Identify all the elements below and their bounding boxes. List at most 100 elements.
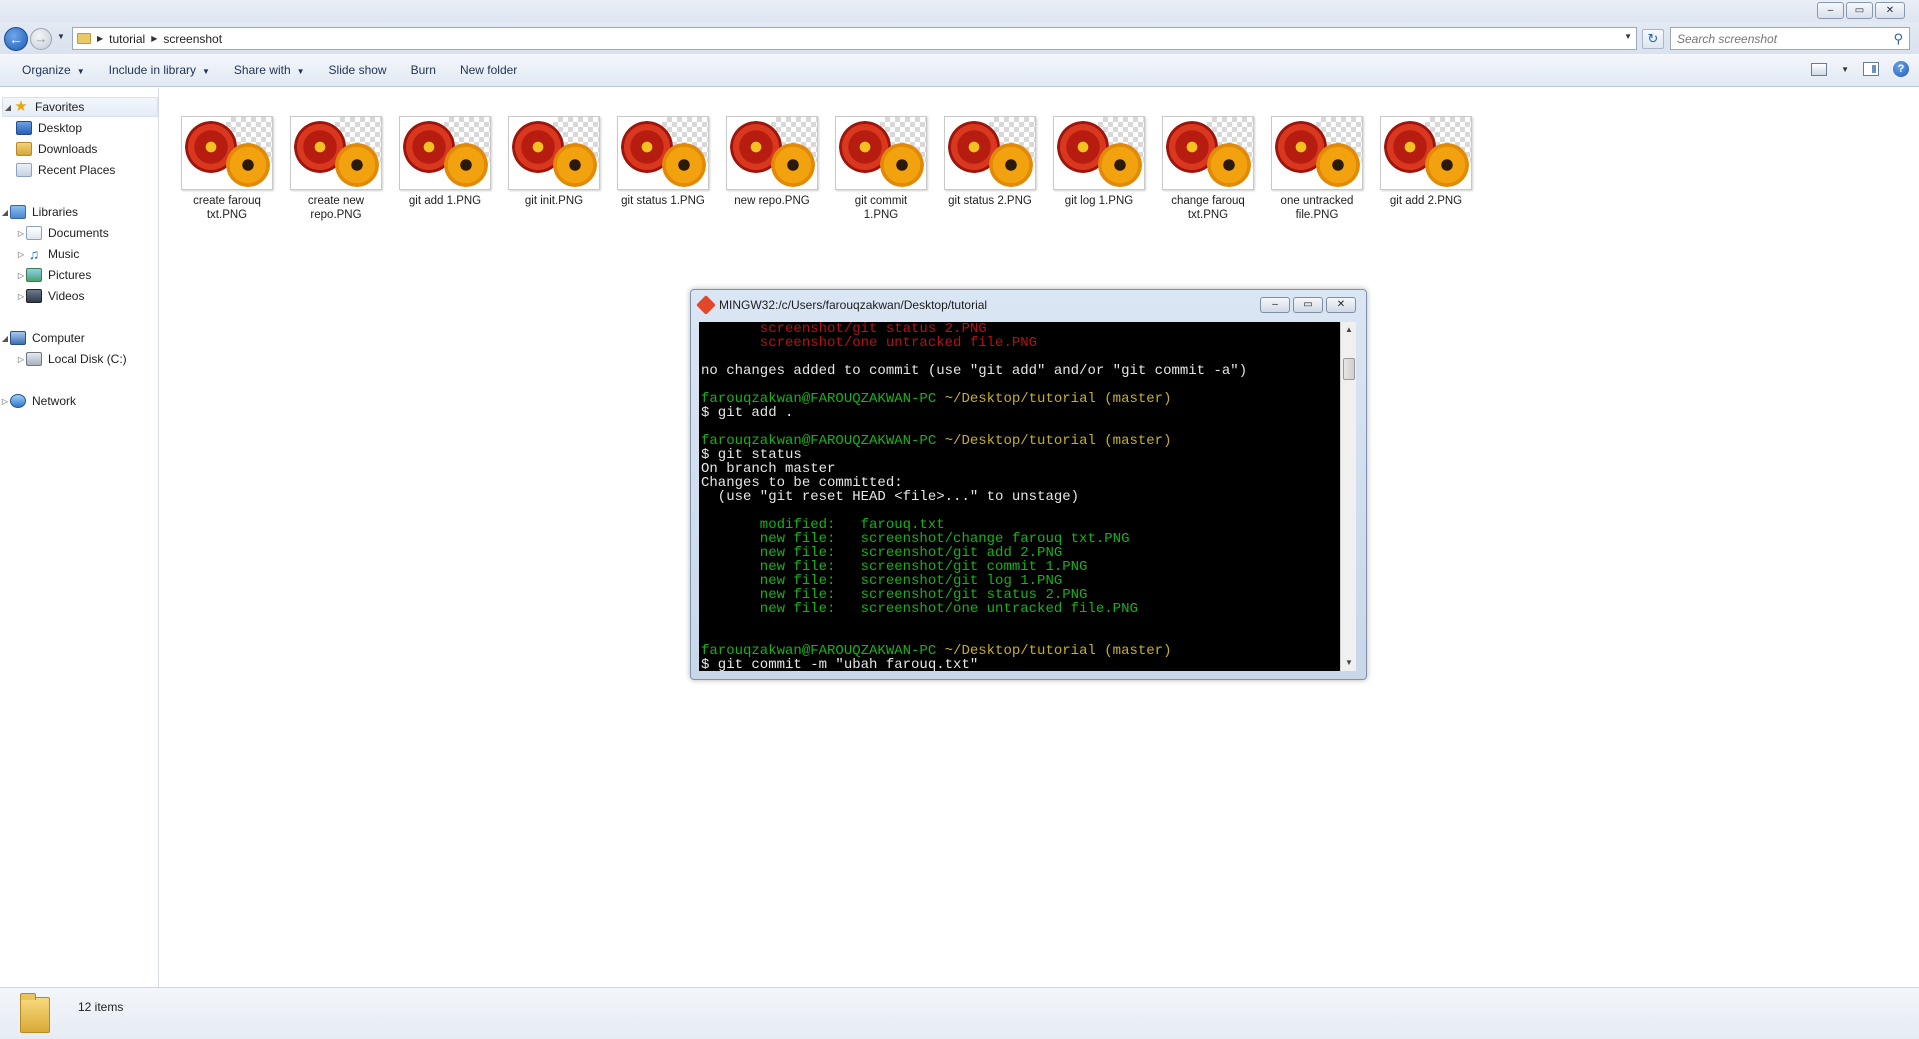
nav-pictures-label: Pictures — [48, 268, 92, 282]
file-item[interactable]: git log 1.PNG — [1046, 116, 1152, 208]
new-folder-button[interactable]: New folder — [448, 63, 529, 77]
terminal-text-segment: new file: screenshot/one untracked file.… — [701, 601, 1138, 617]
terminal-line: screenshot/git status 2.PNG — [701, 322, 1338, 336]
file-item[interactable]: git commit 1.PNG — [828, 116, 934, 222]
terminal-line: no changes added to commit (use "git add… — [701, 364, 1338, 378]
file-item[interactable]: git add 2.PNG — [1373, 116, 1479, 208]
change-view-icon[interactable] — [1811, 62, 1828, 76]
file-item[interactable]: git add 1.PNG — [392, 116, 498, 208]
scroll-up-icon[interactable]: ▲ — [1341, 322, 1357, 338]
maximize-button[interactable]: ▭ — [1846, 2, 1873, 19]
expand-arrow-icon[interactable]: ▷ — [16, 271, 26, 280]
view-options-dropdown[interactable]: ▼ — [1841, 65, 1849, 74]
network-icon — [10, 394, 26, 408]
file-item[interactable]: create farouq txt.PNG — [174, 116, 280, 222]
item-count: 12 items — [78, 1000, 124, 1014]
terminal-close-button[interactable]: ✕ — [1326, 297, 1356, 313]
close-button[interactable]: ✕ — [1875, 2, 1905, 19]
preview-pane-icon[interactable] — [1863, 62, 1879, 76]
magnifier-icon[interactable]: ⚲ — [1893, 31, 1903, 47]
file-item[interactable]: git init.PNG — [501, 116, 607, 208]
include-in-library-label: Include in library — [108, 63, 196, 77]
nav-computer[interactable]: ◢ Computer — [0, 328, 85, 348]
folder-icon — [77, 33, 91, 44]
expand-arrow-icon[interactable]: ▷ — [16, 250, 26, 259]
search-input[interactable] — [1671, 28, 1881, 49]
file-item[interactable]: one untracked file.PNG — [1264, 116, 1370, 222]
nav-documents[interactable]: ▷ Documents — [16, 223, 109, 243]
downloads-icon — [16, 142, 32, 156]
image-thumbnail — [1053, 116, 1145, 190]
nav-libraries[interactable]: ◢ Libraries — [0, 202, 78, 222]
nav-videos[interactable]: ▷ Videos — [16, 286, 84, 306]
back-button[interactable]: ← — [4, 27, 28, 51]
address-dropdown-icon[interactable]: ▼ — [1624, 32, 1632, 41]
nav-desktop[interactable]: Desktop — [16, 118, 82, 138]
collapse-arrow-icon[interactable]: ◢ — [0, 334, 10, 343]
terminal-title-bar[interactable]: MINGW32:/c/Users/farouqzakwan/Desktop/tu… — [696, 295, 987, 315]
organize-menu[interactable]: Organize ▼ — [10, 63, 97, 77]
nav-music[interactable]: ▷ ♫ Music — [16, 244, 79, 264]
share-with-menu[interactable]: Share with ▼ — [222, 63, 317, 77]
include-in-library-menu[interactable]: Include in library ▼ — [97, 63, 222, 77]
terminal-scrollbar[interactable]: ▲ ▼ — [1340, 322, 1356, 671]
hard-disk-icon — [26, 352, 42, 366]
file-item[interactable]: change farouq txt.PNG — [1155, 116, 1261, 222]
scrollbar-thumb[interactable] — [1343, 358, 1355, 380]
recent-pages-dropdown[interactable]: ▼ — [57, 32, 65, 41]
image-thumbnail — [181, 116, 273, 190]
expand-arrow-icon[interactable]: ▷ — [16, 229, 26, 238]
collapse-arrow-icon[interactable]: ◢ — [0, 208, 10, 217]
star-icon: ★ — [14, 98, 28, 115]
expand-arrow-icon[interactable]: ▷ — [16, 355, 26, 364]
address-bar[interactable]: ▶ tutorial ▶ screenshot ▼ — [72, 27, 1637, 50]
terminal-maximize-button[interactable]: ▭ — [1293, 297, 1323, 313]
details-pane: 12 items — [0, 987, 1919, 1039]
refresh-button[interactable]: ↻ — [1642, 29, 1664, 49]
slide-show-button[interactable]: Slide show — [317, 63, 399, 77]
nav-network[interactable]: ▷ Network — [0, 391, 76, 411]
nav-pictures[interactable]: ▷ Pictures — [16, 265, 91, 285]
nav-favorites[interactable]: ◢ ★ Favorites — [2, 97, 158, 117]
forward-button[interactable]: → — [30, 28, 52, 50]
minimize-button[interactable]: – — [1817, 2, 1844, 19]
organize-label: Organize — [22, 63, 71, 77]
terminal-window-controls: – ▭ ✕ — [1260, 297, 1356, 313]
breadcrumb-separator-icon[interactable]: ▶ — [151, 34, 157, 43]
terminal-text-segment: screenshot/one untracked file.PNG — [701, 335, 1038, 351]
terminal-window[interactable]: MINGW32:/c/Users/farouqzakwan/Desktop/tu… — [690, 289, 1367, 680]
documents-icon — [26, 226, 42, 240]
nav-recent-places-label: Recent Places — [38, 163, 116, 177]
file-item[interactable]: git status 1.PNG — [610, 116, 716, 208]
terminal-minimize-button[interactable]: – — [1260, 297, 1290, 313]
scroll-down-icon[interactable]: ▼ — [1341, 655, 1357, 671]
nav-downloads[interactable]: Downloads — [16, 139, 97, 159]
breadcrumb-tutorial[interactable]: tutorial — [109, 32, 145, 46]
breadcrumb-screenshot[interactable]: screenshot — [163, 32, 222, 46]
libraries-icon — [10, 205, 26, 219]
expand-arrow-icon[interactable]: ▷ — [0, 397, 10, 406]
back-arrow-icon: ← — [9, 31, 23, 47]
collapse-arrow-icon[interactable]: ◢ — [3, 103, 13, 112]
terminal-line: $ git add . — [701, 406, 1338, 420]
file-item[interactable]: create new repo.PNG — [283, 116, 389, 222]
terminal-text-segment: no changes added to commit (use "git add… — [701, 363, 1248, 379]
file-item[interactable]: new repo.PNG — [719, 116, 825, 208]
search-box[interactable]: ⚲ — [1670, 27, 1910, 50]
terminal-text-segment: ~/Desktop/tutorial (master) — [944, 391, 1172, 407]
expand-arrow-icon[interactable]: ▷ — [16, 292, 26, 301]
chevron-down-icon: ▼ — [296, 67, 305, 76]
burn-button[interactable]: Burn — [399, 63, 448, 77]
terminal-line: new file: screenshot/git status 2.PNG — [701, 588, 1338, 602]
terminal-output[interactable]: screenshot/git status 2.PNG screenshot/o… — [699, 322, 1340, 671]
nav-recent-places[interactable]: Recent Places — [16, 160, 115, 180]
breadcrumb-separator-icon[interactable]: ▶ — [97, 34, 103, 43]
file-name: git add 2.PNG — [1389, 195, 1463, 207]
help-icon[interactable]: ? — [1893, 61, 1909, 77]
nav-local-disk[interactable]: ▷ Local Disk (C:) — [16, 349, 127, 369]
file-item[interactable]: git status 2.PNG — [937, 116, 1043, 208]
image-thumbnail — [1380, 116, 1472, 190]
image-thumbnail — [1162, 116, 1254, 190]
